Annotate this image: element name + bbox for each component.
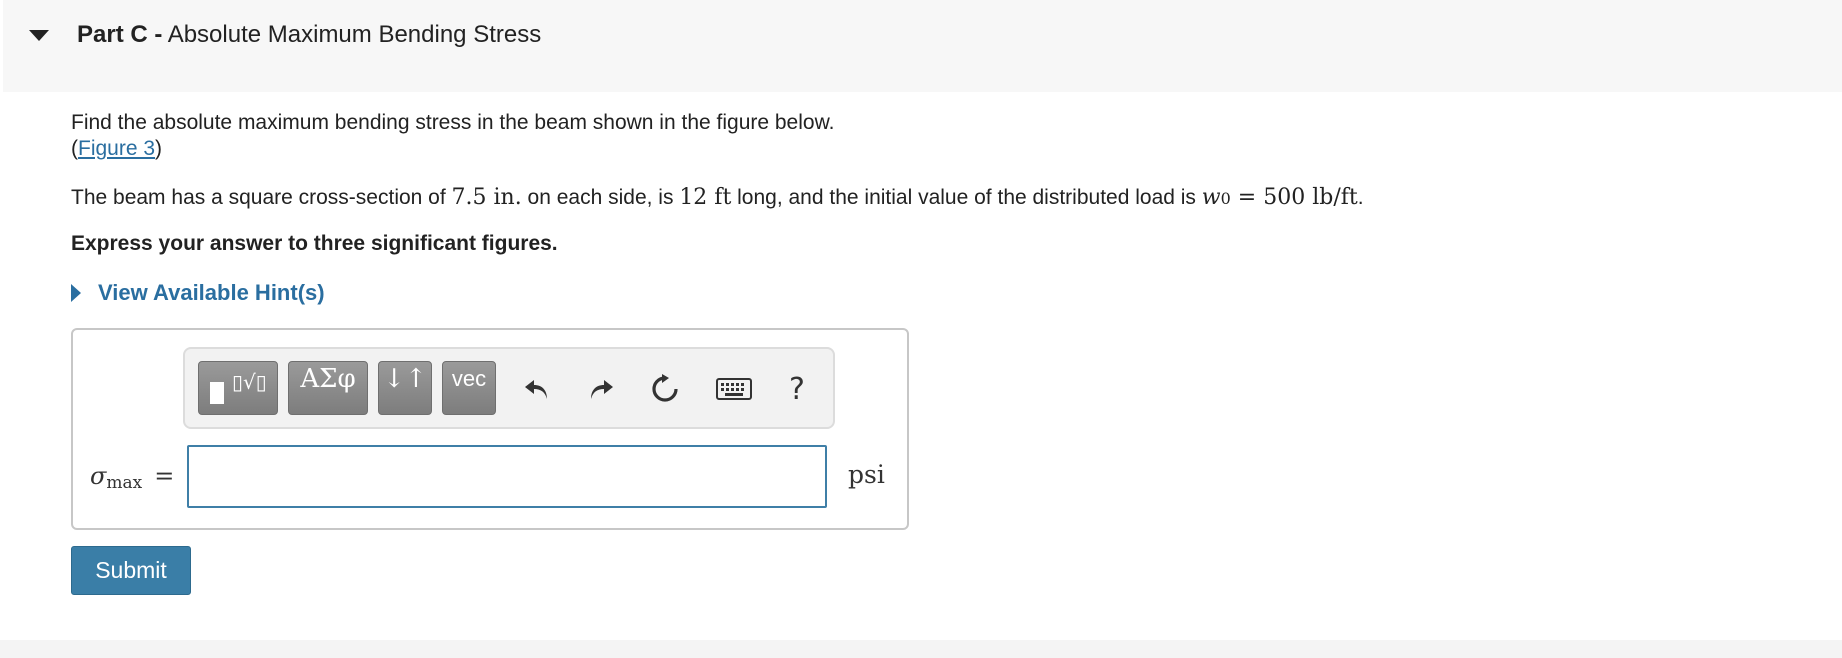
sqrt-icon: ▯√▯ (232, 370, 267, 394)
part-label: Part C - (77, 21, 163, 48)
math-toolbar: ▯√▯ ΑΣφ ↓↑ vec ? (183, 347, 835, 429)
arrows-label: ↓↑ (383, 364, 427, 394)
arrows-button[interactable]: ↓↑ (378, 361, 432, 415)
beam-text-1: The beam has a square cross-section of (71, 186, 452, 209)
sigma-subscript: max (106, 473, 143, 493)
redo-icon[interactable] (579, 367, 623, 411)
answer-variable-label: σmax = (90, 462, 175, 493)
w-symbol: w (1201, 185, 1221, 210)
greek-label: ΑΣφ (300, 364, 356, 394)
figure-ref: (Figure 3) (71, 136, 834, 162)
side-value: 7.5 in. (451, 185, 522, 210)
beam-text-3: long, and the initial value of the distr… (731, 186, 1202, 209)
undo-icon[interactable] (515, 367, 559, 411)
reset-icon[interactable] (643, 367, 687, 411)
w-subscript: 0 (1220, 189, 1231, 208)
load-value: 500 lb/ft (1263, 185, 1358, 210)
sigma-symbol: σ (90, 462, 107, 490)
collapse-caret-icon[interactable] (29, 30, 49, 41)
help-label: ? (789, 371, 805, 407)
prompt-line: Find the absolute maximum bending stress… (71, 111, 835, 134)
part-title-text: Absolute Maximum Bending Stress (167, 21, 542, 48)
greek-button[interactable]: ΑΣφ (288, 361, 368, 415)
beam-text-4: . (1357, 186, 1364, 209)
templates-icon (210, 382, 224, 404)
equals-sign: = (1230, 185, 1264, 210)
vec-label: vec (451, 366, 487, 391)
figure-link[interactable]: Figure 3 (78, 137, 155, 160)
problem-prompt: Find the absolute maximum bending stress… (71, 110, 834, 162)
part-header: Part C - Absolute Maximum Bending Stress (0, 0, 1842, 92)
templates-button[interactable]: ▯√▯ (198, 361, 278, 415)
answer-equals: = (154, 462, 175, 490)
part-title: Part C - Absolute Maximum Bending Stress (77, 21, 541, 49)
unit-label: psi (848, 460, 885, 489)
paren-close: ) (155, 137, 163, 160)
hint-label[interactable]: View Available Hint(s) (98, 280, 325, 306)
keyboard-icon[interactable] (712, 367, 756, 411)
view-hints-toggle[interactable]: View Available Hint(s) (71, 280, 325, 306)
beam-text-2: on each side, is (521, 186, 680, 209)
help-icon[interactable]: ? (775, 367, 819, 411)
submit-button[interactable]: Submit (71, 546, 191, 595)
length-value: 12 ft (679, 185, 732, 210)
paren-open: ( (71, 137, 78, 160)
bottom-divider (0, 640, 1842, 658)
answer-input[interactable] (187, 445, 827, 508)
beam-description: The beam has a square cross-section of 7… (71, 185, 1364, 210)
hint-caret-icon (71, 284, 81, 302)
sigfig-instruction: Express your answer to three significant… (71, 232, 558, 255)
vec-button[interactable]: vec (442, 361, 496, 415)
